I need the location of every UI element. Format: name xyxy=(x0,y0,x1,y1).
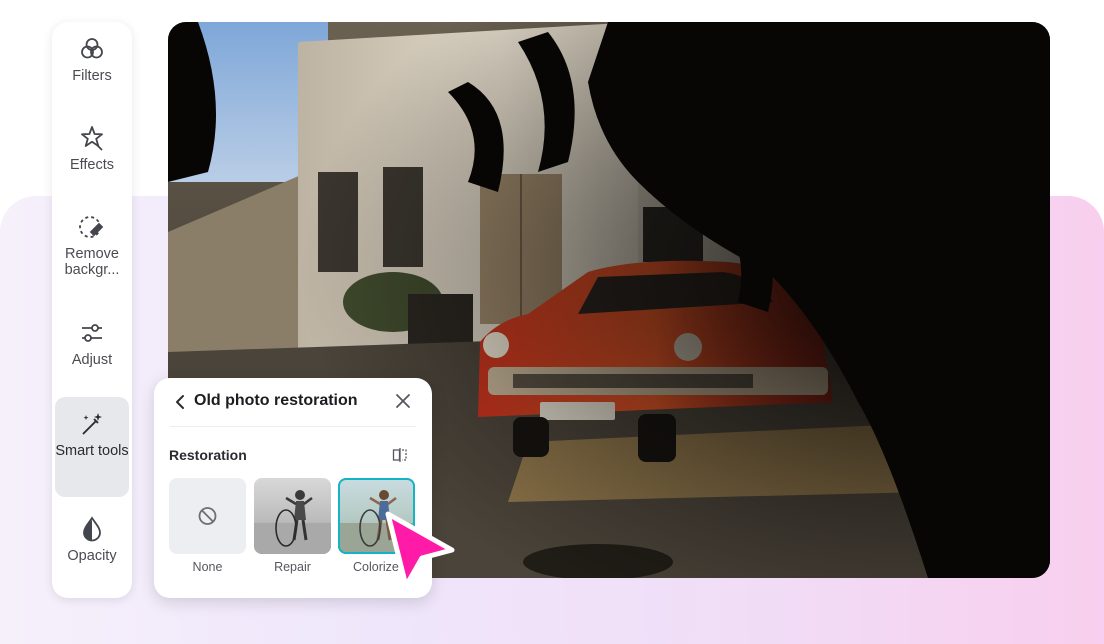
option-none[interactable]: None xyxy=(169,478,246,574)
none-icon xyxy=(169,507,246,554)
option-thumbnail xyxy=(169,478,246,554)
back-button[interactable] xyxy=(172,392,188,412)
sidebar-item-adjust[interactable]: Adjust xyxy=(55,318,129,368)
sidebar-item-label: Smart tools xyxy=(55,443,129,459)
sidebar-item-remove-background[interactable]: Remove backgr... xyxy=(55,212,129,278)
sidebar-item-label: Effects xyxy=(69,157,115,173)
option-repair[interactable]: Repair xyxy=(254,478,331,574)
panel-divider xyxy=(170,426,416,427)
panel-title: Old photo restoration xyxy=(194,392,358,409)
sidebar-item-label: Opacity xyxy=(67,548,117,564)
close-icon xyxy=(394,394,412,414)
pointer-cursor-icon xyxy=(385,511,455,589)
option-label: None xyxy=(192,560,223,574)
sidebar-item-label: Adjust xyxy=(71,352,113,368)
sidebar-item-effects[interactable]: Effects xyxy=(55,123,129,173)
sidebar-item-opacity[interactable]: Opacity xyxy=(55,514,129,564)
repair-preview-image xyxy=(254,490,331,554)
sidebar-item-label: Remove backgr... xyxy=(64,246,120,278)
compare-icon xyxy=(392,448,408,467)
smart-tools-icon xyxy=(77,409,107,439)
adjust-icon xyxy=(77,318,107,348)
sidebar-item-smart-tools[interactable]: Smart tools xyxy=(55,397,129,497)
filters-icon xyxy=(77,34,107,64)
sidebar-item-filters[interactable]: Filters xyxy=(55,34,129,84)
option-thumbnail xyxy=(254,478,331,554)
remove-background-icon xyxy=(77,212,107,242)
compare-button[interactable] xyxy=(392,447,408,463)
sidebar-item-label: Filters xyxy=(72,68,112,84)
tools-sidebar: Filters Effects Remove backgr... Adjust xyxy=(52,22,132,598)
option-label: Repair xyxy=(274,560,311,574)
opacity-icon xyxy=(77,514,107,544)
panel-header: Old photo restoration xyxy=(154,378,432,426)
chevron-left-icon xyxy=(172,395,188,416)
effects-icon xyxy=(77,123,107,153)
close-button[interactable] xyxy=(394,392,412,410)
section-label: Restoration xyxy=(169,447,247,463)
